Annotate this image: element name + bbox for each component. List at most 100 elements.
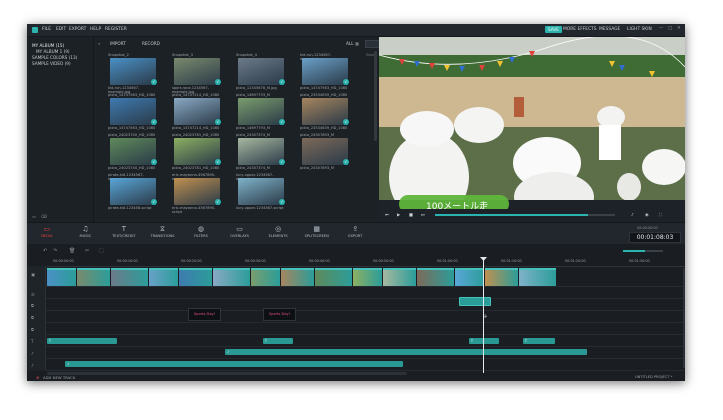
media-item[interactable]: pixta_24307374_M ✓ pixta_24307374_M [236,133,288,171]
video-clip[interactable] [47,268,76,286]
step-forward-icon[interactable]: ⏭ [421,212,425,217]
video-clip[interactable] [149,268,178,286]
media-scrollbar[interactable] [374,51,377,141]
preview-progress-track[interactable] [435,214,615,216]
library-item-my-album[interactable]: MY ALBUM (15) [32,43,64,48]
delete-folder-icon[interactable]: ⌫ [41,214,47,219]
media-thumbnail[interactable] [174,138,220,165]
media-thumbnail[interactable] [302,138,348,165]
stop-icon[interactable]: ■ [409,212,413,217]
filter-all-dropdown[interactable]: ALL [346,41,354,46]
add-new-track-button[interactable]: ADD NEW TRACK [43,375,75,380]
tool-export[interactable]: ⇪ EXPORT [340,224,372,244]
video-clip[interactable] [213,268,250,286]
grid-view-icon[interactable]: ▦ [355,41,359,46]
title-clip-2[interactable]: Sports Day! [263,308,296,321]
media-item[interactable]: pixta_23534639_HD_1080 ✓ pixta_23534639_HD… [300,93,352,131]
video-clip[interactable] [281,268,314,286]
media-thumbnail[interactable] [238,98,284,125]
video-clip[interactable] [455,268,484,286]
media-item[interactable]: Snapshot_2 ✓ kid-run-1234567-example.jpg [108,53,160,94]
volume-icon[interactable]: ♪ [631,212,634,217]
tool-elements[interactable]: ◎ ELEMENTS [262,224,294,244]
media-thumbnail[interactable] [110,58,156,85]
overlay-clip[interactable] [459,297,491,306]
crop-icon[interactable]: ⬚ [99,248,104,254]
cut-icon[interactable]: ✂ [85,248,89,254]
text-clip-1[interactable]: T [47,338,117,344]
record-button[interactable]: RECORD [142,41,160,46]
search-input[interactable] [366,52,380,58]
menu-register[interactable]: REGISTER [105,27,127,32]
media-thumbnail[interactable] [238,178,284,205]
media-thumbnail[interactable] [238,138,284,165]
media-thumbnail[interactable] [174,178,220,205]
tool-music[interactable]: ♫ MUSIC [70,224,102,244]
media-item[interactable]: pixta_14697793_M ✓ pixta_14697793_M [236,93,288,131]
video-clip[interactable] [251,268,280,286]
text-clip-2[interactable]: T [263,338,293,344]
minimize-icon[interactable]: — [659,26,663,31]
track-lock-icon[interactable]: ⊘ [31,292,35,297]
audio-clip-2[interactable]: ♪ [65,361,403,367]
maximize-icon[interactable]: □ [668,26,672,31]
text-clip-4[interactable]: T [523,338,555,344]
audio-clip-1[interactable]: ♪ [225,349,587,355]
undo-icon[interactable]: ↶ [43,248,47,254]
media-item[interactable]: pixta_24023781_HD_1080 ✓ pixta_24023781_HD… [172,133,224,171]
tool-splitscreen[interactable]: ▦ SPLITSCREEN [301,224,333,244]
media-item[interactable]: lucy-upper-1234567-example.jpg✓lucy-uppe… [236,173,288,211]
media-item[interactable]: eric-mayanna-4567890-example.jpg✓eric-ma… [172,173,224,214]
tool-text-credit[interactable]: T TEXT/CREDIT [108,224,140,244]
collapse-library-icon[interactable]: « [98,41,101,46]
close-icon[interactable]: ✕ [677,26,681,31]
tool-overlays[interactable]: ▭ OVERLAYS [224,224,256,244]
media-thumbnail[interactable] [110,138,156,165]
save-button[interactable]: SAVE [545,26,562,33]
playhead[interactable] [483,258,484,373]
media-item[interactable]: pirate-kid-1234567-example.jpg✓pirate-ki… [108,173,160,211]
media-item[interactable]: pixta_14747214_HD_1080 ✓ pixta_14747214_HD… [172,93,224,131]
redo-icon[interactable]: ↷ [53,248,57,254]
light-skin-button[interactable]: LIGHT SKIN [627,27,652,32]
video-clip[interactable] [111,268,148,286]
media-item[interactable]: Snapshot_4 ✓ pixta_12345678_M.jpg [236,53,288,91]
tool-filters[interactable]: ◍ FILTERS [185,224,217,244]
media-item[interactable]: kid-run-1234567-example.jpg✓pixta_147475… [300,53,352,91]
media-thumbnail[interactable] [110,178,156,205]
video-clip[interactable] [315,268,352,286]
play-icon[interactable]: ▶ [397,212,400,217]
more-effects-button[interactable]: MORE EFFECTS [563,27,597,32]
video-clip[interactable] [417,268,454,286]
library-item-sample-video[interactable]: SAMPLE VIDEO (9) [32,61,71,66]
timeline-vscrollbar[interactable] [683,268,685,368]
snapshot-icon[interactable]: ◉ [645,212,649,217]
video-clip-strip[interactable] [47,268,556,286]
add-track-icon[interactable]: ⊕ [36,375,39,380]
media-item[interactable]: Snapshot_3 ✓ sport-race-1234567-example.jp… [172,53,224,94]
text-clip-3[interactable]: T [469,338,499,344]
step-back-icon[interactable]: ⏮ [385,212,389,217]
fullscreen-icon[interactable]: ⛶ [659,212,662,217]
video-clip[interactable] [519,268,556,286]
video-clip[interactable] [179,268,212,286]
title-clip-1[interactable]: Sports Day! [188,308,221,321]
video-clip[interactable] [383,268,416,286]
menu-help[interactable]: HELP [90,27,101,32]
media-item[interactable]: pixta_14747563_HD_1080 ✓ pixta_14747563_HD… [108,93,160,131]
video-clip[interactable] [77,268,110,286]
library-item-sample-colors[interactable]: SAMPLE COLORS (13) [32,55,77,60]
video-clip[interactable] [485,268,518,286]
menu-edit[interactable]: EDIT [56,27,66,32]
new-folder-icon[interactable]: ▭ [32,214,36,219]
import-button[interactable]: IMPORT [110,41,126,46]
media-thumbnail[interactable] [302,58,348,85]
timeline-scrollbar[interactable] [47,372,407,375]
media-item[interactable]: pixta_24307893_M ✓ pixta_24307893_M [300,133,352,171]
media-thumbnail[interactable] [174,98,220,125]
menu-file[interactable]: FILE [42,27,51,32]
media-thumbnail[interactable] [302,98,348,125]
message-button[interactable]: MESSAGE [599,27,620,32]
media-item[interactable]: pixta_24023740_HD_1080 ✓ pixta_24023740_HD… [108,133,160,171]
zoom-slider[interactable] [623,250,663,252]
